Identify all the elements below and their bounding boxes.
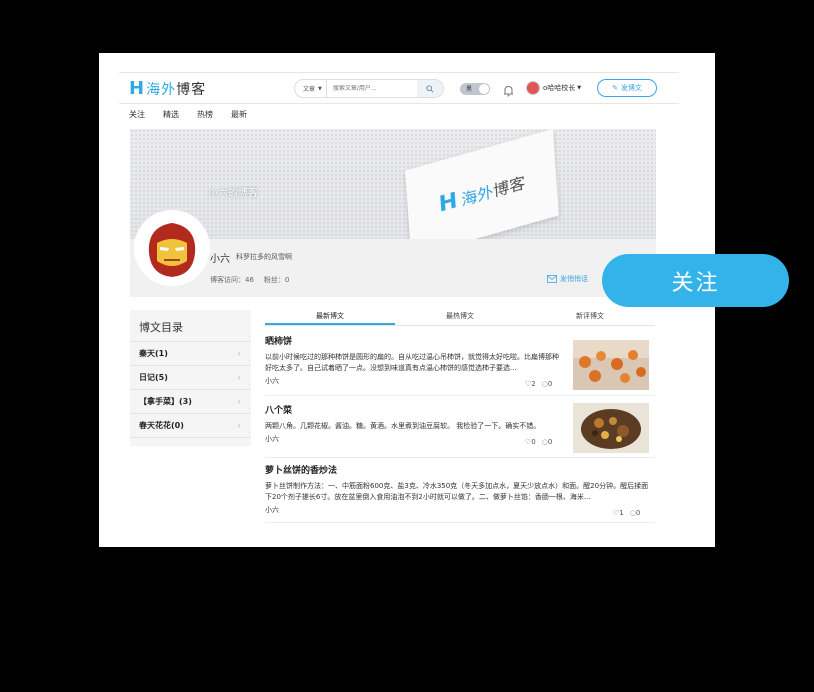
profile-stats: 博客访问：46 粉丝：0 (210, 275, 289, 285)
like-value: 2 (531, 380, 536, 388)
chevron-right-icon: › (237, 421, 241, 430)
username: o哈哈校长 (543, 84, 576, 92)
tab-new-comments[interactable]: 新评博文 (525, 308, 655, 325)
user-menu[interactable]: o哈哈校长 ▼ (526, 81, 581, 95)
profile-avatar[interactable] (134, 210, 210, 286)
follow-button[interactable]: 关注 (602, 254, 789, 307)
post-blog-button[interactable]: ✎ 发博文 (597, 79, 657, 97)
fan-count: 粉丝：0 (263, 276, 290, 284)
comment-value: 0 (547, 438, 553, 446)
post-author[interactable]: 小六 (265, 434, 279, 444)
nav-item-featured[interactable]: 精选 (163, 109, 179, 120)
tab-hottest[interactable]: 最热博文 (395, 308, 525, 325)
search-icon (426, 84, 434, 93)
logo-part1: 海外 (146, 81, 177, 98)
post-meta: ♡2 ◌0 (525, 380, 552, 388)
like-value: 1 (619, 509, 624, 517)
post-author[interactable]: 小六 (265, 505, 279, 515)
tab-latest[interactable]: 最新博文 (265, 308, 395, 325)
profile-motto: 科罗拉多的风雪啊 (236, 253, 292, 261)
comment-count[interactable]: ◌0 (630, 509, 641, 517)
send-message-link[interactable]: 发悄悄话 (547, 274, 588, 284)
comment-value: 0 (547, 380, 553, 388)
card-part1: 海外 (460, 181, 494, 210)
comment-count[interactable]: ◌0 (542, 380, 553, 388)
chevron-down-icon: ▼ (318, 85, 322, 92)
blog-banner: 小六的博客 H 海外 博客 (130, 129, 656, 297)
post-item[interactable]: 萝卜丝饼的香炒法 萝卜丝饼制作方法：一、中筋面粉600克、盐3克、冷水350克（… (265, 463, 655, 523)
message-label: 发悄悄话 (560, 275, 588, 283)
catalog-item-label: 【拿手菜】(3) (139, 397, 192, 406)
like-count[interactable]: ♡2 (525, 380, 536, 388)
catalog-item-label: 秦天(1) (139, 349, 168, 358)
post-thumbnail[interactable] (573, 403, 649, 453)
pencil-icon: ✎ (612, 84, 618, 92)
chevron-right-icon: › (237, 349, 241, 358)
site-logo[interactable]: H 海外 博客 (129, 78, 206, 99)
avatar (526, 81, 540, 95)
nav-item-follow[interactable]: 关注 (129, 109, 145, 120)
post-excerpt: 以前小时候吃过的那种柿饼是圆形的扁的。自从吃过温心吊柿饼，就觉得太好吃啦。比扁博… (265, 353, 559, 372)
post-meta: ♡1 ◌0 (613, 509, 640, 517)
post-thumbnail[interactable] (573, 340, 649, 390)
nav-item-latest[interactable]: 最新 (231, 109, 247, 120)
visit-count: 博客访问：46 (210, 276, 254, 284)
search-box: 文章 ▼ (294, 79, 444, 98)
toggle-knob (479, 84, 489, 94)
catalog-item[interactable]: 【拿手菜】(3) › (130, 390, 251, 414)
blog-title: 小六的博客 (208, 188, 258, 199)
post-meta: ♡0 ◌0 (525, 438, 552, 446)
catalog-item[interactable]: 秦天(1) › (130, 342, 251, 366)
nav-item-hot[interactable]: 热榜 (197, 109, 213, 120)
catalog-item-label: 春天花花(0) (139, 421, 184, 430)
chevron-right-icon: › (237, 397, 241, 406)
bell-icon[interactable] (503, 82, 514, 101)
search-input[interactable] (326, 85, 407, 92)
main-nav: 关注 精选 热榜 最新 (129, 109, 247, 120)
theme-toggle[interactable]: 黑 (460, 83, 490, 95)
comment-count[interactable]: ◌0 (542, 438, 553, 446)
mail-icon (547, 275, 557, 283)
like-value: 0 (531, 438, 536, 446)
search-type-label: 文章 (303, 86, 316, 93)
card-h-icon: H (437, 187, 459, 218)
logo-h-icon: H (129, 78, 145, 99)
profile-name: 小六 (210, 254, 230, 265)
post-excerpt: 萝卜丝饼制作方法：一、中筋面粉600克、盐3克、冷水350克（冬天多加点水，夏天… (265, 482, 649, 501)
post-author[interactable]: 小六 (265, 376, 279, 386)
comment-value: 0 (635, 509, 641, 517)
like-count[interactable]: ♡0 (525, 438, 536, 446)
search-type-select[interactable]: 文章 ▼ (295, 80, 327, 97)
chevron-down-icon: ▼ (577, 85, 582, 91)
post-item[interactable]: 晒柿饼 以前小时候吃过的那种柿饼是圆形的扁的。自从吃过温心吊柿饼，就觉得太好吃啦… (265, 334, 655, 396)
logo-part2: 博客 (176, 81, 207, 98)
search-button[interactable] (417, 80, 443, 97)
toggle-label: 黑 (466, 86, 473, 93)
post-item[interactable]: 八个菜 两颗八角。几颗花椒。酱油。糖。黄酒。水里煮到油豆腐软。 我检验了一下。确… (265, 403, 655, 458)
catalog-title: 博文目录 (130, 310, 251, 342)
post-title[interactable]: 萝卜丝饼的香炒法 (265, 463, 655, 476)
top-bar: H 海外 博客 文章 ▼ 黑 o哈哈校长 ▼ ✎ (119, 72, 679, 104)
post-button-label: 发博文 (620, 84, 642, 92)
post-excerpt: 两颗八角。几颗花椒。酱油。糖。黄酒。水里煮到油豆腐软。 我检验了一下。确实不错。 (265, 422, 541, 430)
card-part2: 博客 (492, 172, 526, 201)
catalog-item-label: 日记(5) (139, 373, 168, 382)
catalog-item[interactable]: 日记(5) › (130, 366, 251, 390)
catalog-item[interactable]: 春天花花(0) › (130, 414, 251, 438)
like-count[interactable]: ♡1 (613, 509, 624, 517)
chevron-right-icon: › (237, 373, 241, 382)
iron-man-avatar-icon (137, 213, 207, 283)
blog-catalog: 博文目录 秦天(1) › 日记(5) › 【拿手菜】(3) › 春天花花(0) › (130, 310, 251, 446)
post-tabs: 最新博文 最热博文 新评博文 (265, 308, 655, 326)
